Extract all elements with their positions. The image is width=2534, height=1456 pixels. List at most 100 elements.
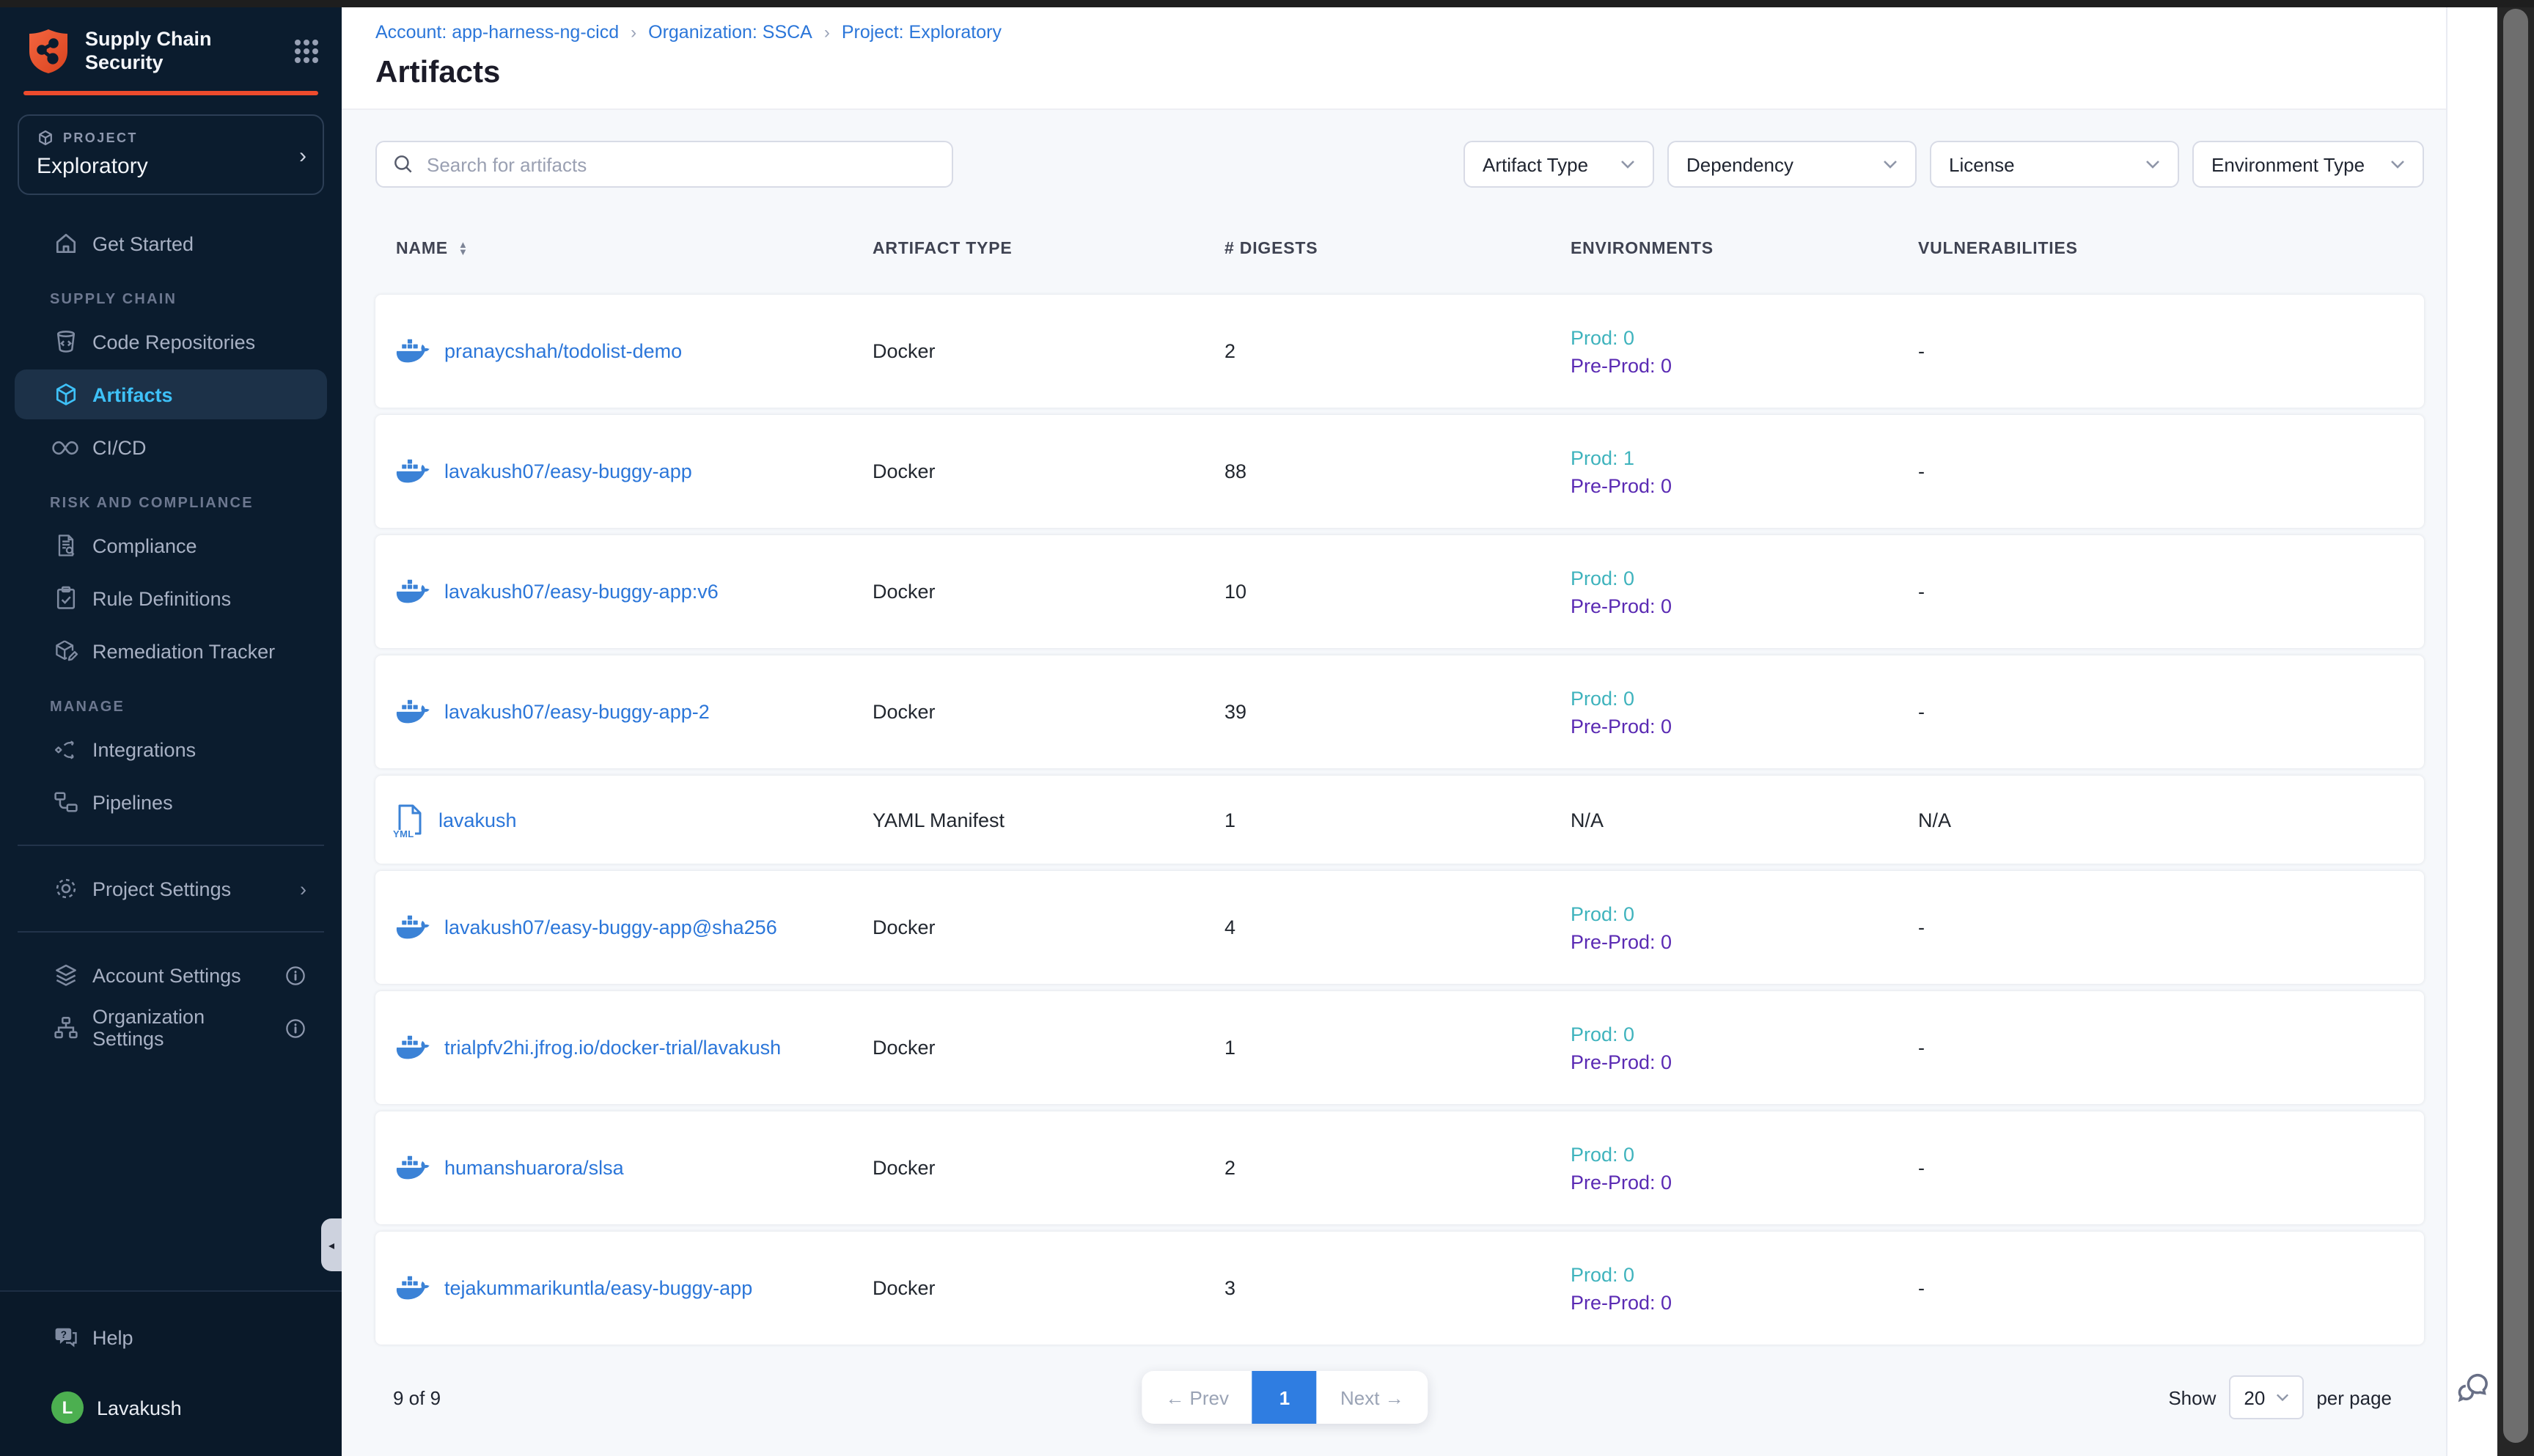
env-prod-link[interactable]: Prod: 0 [1571, 1143, 1634, 1165]
digests-cell: 39 [1224, 701, 1571, 723]
per-page-select[interactable]: 20 [2229, 1375, 2303, 1419]
docker-icon [396, 914, 430, 941]
project-selector[interactable]: PROJECT Exploratory › [18, 114, 324, 195]
search-input[interactable] [427, 153, 936, 175]
sidebar-item-organization-settings[interactable]: Organization Settings [15, 1003, 327, 1053]
prev-page-button[interactable]: ← Prev [1142, 1371, 1252, 1424]
breadcrumb-project-link[interactable]: Project: Exploratory [842, 22, 1002, 43]
environments-cell: N/A [1571, 809, 1918, 831]
support-chat-icon[interactable] [2453, 1364, 2493, 1403]
sidebar-item-integrations[interactable]: Integrations [15, 724, 327, 774]
env-prod-link[interactable]: Prod: 0 [1571, 1023, 1634, 1045]
digests-cell: 1 [1224, 809, 1571, 831]
table-row[interactable]: lavakush07/easy-buggy-app Docker 88 Prod… [375, 415, 2424, 528]
info-icon[interactable] [284, 964, 306, 986]
artifact-type-cell: Docker [873, 1157, 1224, 1179]
sidebar-item-get-started[interactable]: Get Started [15, 218, 327, 268]
filter-environment-type[interactable]: Environment Type [2192, 141, 2424, 188]
artifact-name-cell: tejakummarikuntla/easy-buggy-app [396, 1275, 873, 1301]
avatar: L [51, 1391, 84, 1424]
env-preprod-link[interactable]: Pre-Prod: 0 [1571, 1171, 1672, 1193]
vulnerabilities-cell: - [1918, 340, 2424, 362]
breadcrumb: Account: app-harness-ng-cicd › Organizat… [375, 22, 2534, 43]
artifact-name-link[interactable]: trialpfv2hi.jfrog.io/docker-trial/lavaku… [444, 1037, 781, 1059]
next-page-button[interactable]: Next → [1317, 1371, 1428, 1424]
filter-dependency[interactable]: Dependency [1667, 141, 1917, 188]
project-name: Exploratory [37, 154, 305, 179]
chevron-down-icon [1620, 160, 1635, 169]
sidebar-item-pipelines[interactable]: Pipelines [15, 777, 327, 827]
sidebar-item-rule-definitions[interactable]: Rule Definitions [15, 573, 327, 623]
env-preprod-link[interactable]: Pre-Prod: 0 [1571, 354, 1672, 376]
sidebar-item-remediation-tracker[interactable]: Remediation Tracker [15, 626, 327, 676]
table-row[interactable]: YML lavakush YAML Manifest 1 N/A N/A [375, 776, 2424, 864]
digests-cell: 2 [1224, 1157, 1571, 1179]
vulnerabilities-cell: - [1918, 1277, 2424, 1299]
artifact-name-link[interactable]: lavakush07/easy-buggy-app@sha256 [444, 916, 777, 938]
column-header-name[interactable]: NAME ▲▼ [396, 240, 873, 258]
breadcrumb-account-link[interactable]: Account: app-harness-ng-cicd [375, 22, 619, 43]
scrollbar-thumb[interactable] [2503, 9, 2528, 1443]
page-scrollbar[interactable] [2497, 0, 2534, 1456]
filter-bar: Artifact Type Dependency License Environ… [1464, 141, 2424, 188]
module-grid-icon[interactable] [292, 37, 321, 66]
artifact-name-link[interactable]: tejakummarikuntla/easy-buggy-app [444, 1277, 752, 1299]
artifact-name-link[interactable]: humanshuarora/slsa [444, 1157, 624, 1179]
artifact-name-link[interactable]: lavakush07/easy-buggy-app:v6 [444, 581, 719, 603]
env-prod-link[interactable]: Prod: 0 [1571, 687, 1634, 709]
env-prod-link[interactable]: Prod: 0 [1571, 326, 1634, 348]
env-prod-link[interactable]: Prod: 0 [1571, 1263, 1634, 1285]
table-row[interactable]: lavakush07/easy-buggy-app-2 Docker 39 Pr… [375, 655, 2424, 768]
artifact-name-link[interactable]: lavakush [438, 809, 517, 831]
table-row[interactable]: trialpfv2hi.jfrog.io/docker-trial/lavaku… [375, 991, 2424, 1104]
table-row[interactable]: humanshuarora/slsa Docker 2 Prod: 0 Pre-P… [375, 1111, 2424, 1224]
page-1-button[interactable]: 1 [1252, 1371, 1317, 1424]
artifact-type-cell: YAML Manifest [873, 809, 1224, 831]
artifact-type-cell: Docker [873, 1037, 1224, 1059]
env-prod-link[interactable]: Prod: 1 [1571, 446, 1634, 468]
artifact-name-link[interactable]: pranaycshah/todolist-demo [444, 340, 682, 362]
table-row[interactable]: lavakush07/easy-buggy-app@sha256 Docker … [375, 871, 2424, 984]
table-row[interactable]: pranaycshah/todolist-demo Docker 2 Prod:… [375, 295, 2424, 408]
env-preprod-link[interactable]: Pre-Prod: 0 [1571, 474, 1672, 496]
vulnerabilities-cell: - [1918, 1157, 2424, 1179]
sidebar-item-project-settings[interactable]: Project Settings › [15, 864, 327, 913]
vulnerabilities-cell: N/A [1918, 809, 2424, 831]
column-header-digests: # DIGESTS [1224, 240, 1571, 258]
sidebar-item-cicd[interactable]: CI/CD [15, 422, 327, 472]
environments-cell: Prod: 0 Pre-Prod: 0 [1571, 1263, 1918, 1313]
info-icon[interactable] [284, 1017, 306, 1039]
env-preprod-link[interactable]: Pre-Prod: 0 [1571, 1291, 1672, 1313]
digests-cell: 10 [1224, 581, 1571, 603]
artifact-type-cell: Docker [873, 581, 1224, 603]
env-preprod-link[interactable]: Pre-Prod: 0 [1571, 930, 1672, 952]
artifact-search[interactable] [375, 141, 953, 188]
artifact-name-link[interactable]: lavakush07/easy-buggy-app [444, 460, 692, 482]
sidebar-item-account-settings[interactable]: Account Settings [15, 950, 327, 1000]
filter-artifact-type[interactable]: Artifact Type [1464, 141, 1654, 188]
sidebar-collapse-handle[interactable]: ◂ [321, 1218, 342, 1271]
vulnerabilities-cell: - [1918, 916, 2424, 938]
sidebar-item-artifacts[interactable]: Artifacts [15, 369, 327, 419]
env-preprod-link[interactable]: Pre-Prod: 0 [1571, 715, 1672, 737]
home-icon [51, 229, 79, 257]
sidebar-item-label: Help [92, 1326, 133, 1348]
env-prod-link[interactable]: Prod: 0 [1571, 567, 1634, 589]
sidebar-item-help[interactable]: ? Help [15, 1312, 327, 1362]
env-preprod-link[interactable]: Pre-Prod: 0 [1571, 595, 1672, 617]
docker-icon [396, 699, 430, 725]
environments-cell: Prod: 0 Pre-Prod: 0 [1571, 1023, 1918, 1073]
user-menu[interactable]: L Lavakush [15, 1383, 327, 1433]
table-row[interactable]: lavakush07/easy-buggy-app:v6 Docker 10 P… [375, 535, 2424, 648]
env-prod-link[interactable]: Prod: 0 [1571, 902, 1634, 924]
breadcrumb-separator: › [631, 22, 636, 43]
env-preprod-link[interactable]: Pre-Prod: 0 [1571, 1051, 1672, 1073]
breadcrumb-organization-link[interactable]: Organization: SSCA [648, 22, 812, 43]
artifact-name-link[interactable]: lavakush07/easy-buggy-app-2 [444, 701, 710, 723]
digests-cell: 3 [1224, 1277, 1571, 1299]
table-row[interactable]: tejakummarikuntla/easy-buggy-app Docker … [375, 1232, 2424, 1345]
sort-icon[interactable]: ▲▼ [458, 242, 469, 257]
filter-license[interactable]: License [1930, 141, 2179, 188]
sidebar-item-compliance[interactable]: Compliance [15, 521, 327, 570]
sidebar-item-code-repositories[interactable]: Code Repositories [15, 317, 327, 367]
